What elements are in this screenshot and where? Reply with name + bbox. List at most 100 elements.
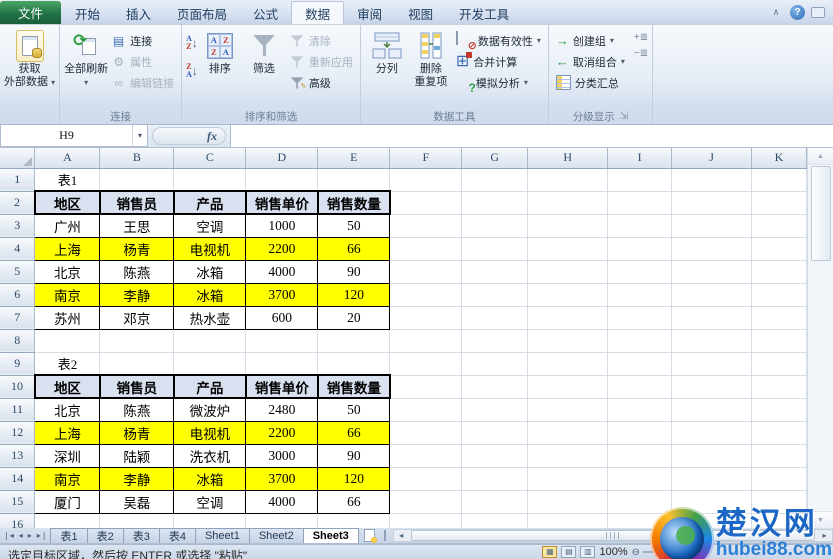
- column-header-J[interactable]: J: [671, 148, 752, 169]
- cell-F15[interactable]: [389, 490, 463, 514]
- cell-G1[interactable]: [461, 168, 529, 192]
- cell-C2[interactable]: 产品: [172, 190, 247, 215]
- cell-H2[interactable]: [527, 191, 609, 215]
- cell-A4[interactable]: 上海: [34, 236, 101, 261]
- row-header-7[interactable]: 7: [0, 306, 36, 330]
- cell-K14[interactable]: [751, 467, 807, 491]
- consolidate-button[interactable]: ⊞ 合并计算: [453, 51, 544, 72]
- cell-E2[interactable]: 销售数量: [316, 190, 391, 215]
- row-header-8[interactable]: 8: [0, 329, 36, 353]
- cell-C13[interactable]: 洗衣机: [173, 443, 247, 468]
- ungroup-button[interactable]: ← 取消组合 ▾: [553, 51, 628, 72]
- cell-K8[interactable]: [751, 329, 807, 353]
- cell-I3[interactable]: [607, 214, 673, 238]
- cell-G4[interactable]: [461, 237, 529, 261]
- sort-ascending-icon[interactable]: AZ ↓: [186, 33, 198, 53]
- cell-G14[interactable]: [461, 467, 529, 491]
- cell-F13[interactable]: [389, 444, 463, 468]
- clear-filter-button[interactable]: 清除: [286, 30, 356, 51]
- cell-K3[interactable]: [751, 214, 807, 238]
- cell-A10[interactable]: 地区: [33, 374, 101, 399]
- cell-F4[interactable]: [389, 237, 463, 261]
- cell-H1[interactable]: [527, 168, 609, 192]
- cell-D6[interactable]: 3700: [245, 282, 319, 307]
- row-header-15[interactable]: 15: [0, 490, 36, 514]
- cell-I8[interactable]: [607, 329, 673, 353]
- cell-E8[interactable]: [317, 329, 391, 353]
- row-header-1[interactable]: 1: [0, 168, 36, 192]
- cell-D9[interactable]: [245, 352, 319, 376]
- cell-G10[interactable]: [461, 375, 529, 399]
- group-button[interactable]: → 创建组 ▾: [553, 30, 628, 51]
- cell-A2[interactable]: 地区: [33, 190, 101, 215]
- scroll-up-icon[interactable]: ▲: [808, 148, 833, 165]
- cell-K11[interactable]: [751, 398, 807, 422]
- cell-C5[interactable]: 冰箱: [173, 259, 247, 284]
- cell-J12[interactable]: [671, 421, 752, 445]
- select-all-corner[interactable]: [0, 148, 36, 169]
- cell-E15[interactable]: 66: [317, 489, 391, 514]
- cell-D10[interactable]: 销售单价: [244, 374, 319, 399]
- cell-D1[interactable]: [245, 168, 319, 192]
- row-header-11[interactable]: 11: [0, 398, 36, 422]
- page-break-view-button[interactable]: ▥: [580, 546, 596, 558]
- column-header-H[interactable]: H: [527, 148, 609, 169]
- cell-I4[interactable]: [607, 237, 673, 261]
- cell-B4[interactable]: 杨青: [99, 236, 175, 261]
- sort-button[interactable]: AZ ZA 排序: [198, 27, 242, 76]
- cell-C11[interactable]: 微波炉: [173, 397, 247, 422]
- dialog-launcher-icon[interactable]: ⇲: [620, 111, 628, 122]
- cell-K12[interactable]: [751, 421, 807, 445]
- column-header-E[interactable]: E: [317, 148, 391, 169]
- zoom-out-icon[interactable]: ⊖: [632, 547, 640, 558]
- cell-J7[interactable]: [671, 306, 752, 330]
- cell-G2[interactable]: [461, 191, 529, 215]
- cell-B5[interactable]: 陈燕: [99, 259, 175, 284]
- cell-E7[interactable]: 20: [317, 305, 391, 330]
- edit-links-button[interactable]: ∞ 编辑链接: [108, 72, 177, 93]
- cell-C7[interactable]: 热水壶: [173, 305, 247, 330]
- tab-split-handle[interactable]: [383, 530, 390, 541]
- sort-descending-icon[interactable]: ZA ↓: [186, 61, 198, 81]
- cell-F6[interactable]: [389, 283, 463, 307]
- cell-B14[interactable]: 李静: [99, 466, 175, 491]
- cell-B12[interactable]: 杨青: [99, 420, 175, 445]
- cell-H5[interactable]: [527, 260, 609, 284]
- cell-E16[interactable]: [317, 513, 391, 528]
- cell-B13[interactable]: 陆颖: [99, 443, 175, 468]
- cell-G12[interactable]: [461, 421, 529, 445]
- tab-数据[interactable]: 数据: [291, 1, 345, 24]
- cell-H10[interactable]: [527, 375, 609, 399]
- cell-E12[interactable]: 66: [317, 420, 391, 445]
- row-header-9[interactable]: 9: [0, 352, 36, 376]
- cell-G13[interactable]: [461, 444, 529, 468]
- sheet-tab-Sheet3[interactable]: Sheet3: [302, 528, 359, 543]
- cell-I5[interactable]: [607, 260, 673, 284]
- remove-duplicates-button[interactable]: 删除 重复项: [409, 27, 453, 89]
- reapply-button[interactable]: 重新应用: [286, 51, 356, 72]
- cell-G6[interactable]: [461, 283, 529, 307]
- formula-input[interactable]: [230, 125, 833, 147]
- last-sheet-icon[interactable]: ▸❘: [37, 531, 48, 540]
- help-icon[interactable]: ?: [790, 5, 805, 20]
- row-header-13[interactable]: 13: [0, 444, 36, 468]
- cell-D2[interactable]: 销售单价: [244, 190, 319, 215]
- cell-D4[interactable]: 2200: [245, 236, 319, 261]
- column-header-C[interactable]: C: [173, 148, 247, 169]
- cell-E11[interactable]: 50: [317, 397, 391, 422]
- cell-G11[interactable]: [461, 398, 529, 422]
- cell-C16[interactable]: [173, 513, 247, 528]
- cell-H4[interactable]: [527, 237, 609, 261]
- cell-D12[interactable]: 2200: [245, 420, 319, 445]
- cell-G7[interactable]: [461, 306, 529, 330]
- cell-D13[interactable]: 3000: [245, 443, 319, 468]
- cell-F1[interactable]: [389, 168, 463, 192]
- cell-G3[interactable]: [461, 214, 529, 238]
- cell-C4[interactable]: 电视机: [173, 236, 247, 261]
- cell-A14[interactable]: 南京: [34, 466, 101, 491]
- scroll-left-icon[interactable]: ◂: [394, 531, 409, 540]
- cell-F10[interactable]: [389, 375, 463, 399]
- cell-A16[interactable]: [34, 513, 101, 528]
- cell-A11[interactable]: 北京: [34, 397, 101, 422]
- cell-J9[interactable]: [671, 352, 752, 376]
